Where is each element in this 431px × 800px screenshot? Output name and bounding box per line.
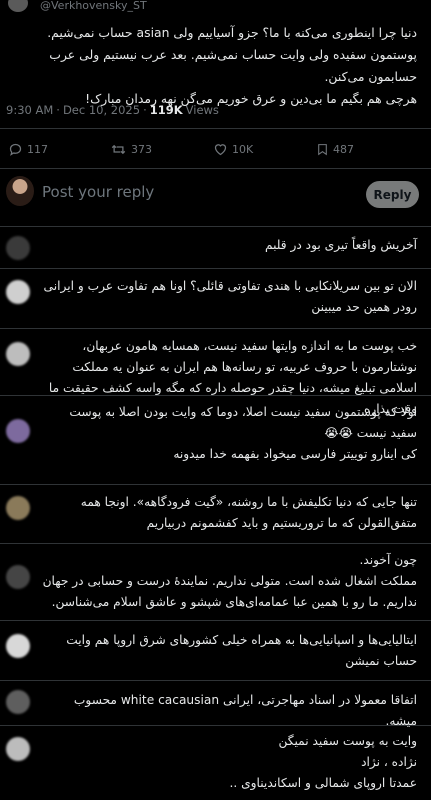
reply-button[interactable]: Reply — [366, 181, 419, 208]
divider — [0, 168, 431, 169]
like-action[interactable]: 10K — [213, 142, 253, 157]
reply-avatar[interactable] — [6, 496, 30, 520]
reply-text: چون آخوند. مملکت اشغال شده است. متولی ند… — [42, 553, 417, 609]
post-time[interactable]: 9:30 AM — [6, 103, 53, 117]
reply-text: تنها جایی که دنیا تکلیفش با ما روشنه، «گ… — [80, 495, 417, 530]
reply-avatar[interactable] — [6, 236, 30, 260]
reply-text: آخریش واقعاً تیری بود در قلبم — [264, 238, 417, 252]
post-date[interactable]: Dec 10, 2025 — [63, 103, 140, 117]
bookmark-icon — [318, 144, 327, 156]
bookmark-count: 487 — [333, 143, 354, 156]
divider — [0, 226, 431, 227]
divider — [0, 328, 431, 329]
reply-text: اولا که پوستمون سفید نیست اصلا، دوما که … — [69, 405, 417, 461]
reply-count: 117 — [27, 143, 48, 156]
reply-avatar[interactable] — [6, 280, 30, 304]
reply-avatar[interactable] — [6, 419, 30, 443]
post-header: @Verkhovensky_ST — [0, 0, 431, 14]
author-avatar[interactable] — [8, 0, 28, 12]
repost-action[interactable]: 373 — [110, 142, 152, 157]
reply-text: وایت به پوست سفید نمیگن نژاده ، نژاد عمد… — [229, 734, 417, 790]
reply-avatar[interactable] — [6, 737, 30, 761]
divider — [0, 680, 431, 681]
reply-input[interactable]: Post your reply — [42, 183, 154, 201]
divider — [0, 395, 431, 396]
repost-icon — [111, 144, 126, 155]
post-text: دنیا چرا اینطوری می‌کنه با ما؟ جزو آسیای… — [47, 25, 417, 106]
views-count: 119K — [149, 103, 183, 117]
author-handle[interactable]: @Verkhovensky_ST — [40, 0, 147, 12]
reply-avatar[interactable] — [6, 690, 30, 714]
divider — [0, 725, 431, 726]
reply-item[interactable]: اولا که پوستمون سفید نیست اصلا، دوما که … — [0, 397, 431, 481]
views-label: Views — [185, 103, 219, 117]
reply-icon — [9, 143, 22, 156]
action-bar: 117 373 10K 487 — [0, 136, 431, 164]
repost-count: 373 — [131, 143, 152, 156]
divider — [0, 128, 431, 129]
reply-item[interactable]: چون آخوند. مملکت اشغال شده است. متولی ند… — [0, 545, 431, 623]
divider — [0, 543, 431, 544]
divider — [0, 484, 431, 485]
heart-icon — [214, 144, 227, 156]
reply-text: ایتالیایی‌ها و اسپانیایی‌ها به همراه خیل… — [66, 633, 417, 668]
reply-composer: Post your reply Reply — [0, 172, 431, 218]
reply-item[interactable]: آخریش واقعاً تیری بود در قلبم — [0, 230, 431, 268]
reply-item[interactable]: ایتالیایی‌ها و اسپانیایی‌ها به همراه خیل… — [0, 622, 431, 678]
reply-item[interactable]: الان تو بین سریلانکایی با هندی تفاوتی قا… — [0, 270, 431, 322]
post-meta: 9:30 AM · Dec 10, 2025 · 119K Views — [6, 103, 219, 117]
reply-avatar[interactable] — [6, 342, 30, 366]
user-avatar — [6, 176, 34, 206]
reply-text: الان تو بین سریلانکایی با هندی تفاوتی قا… — [43, 279, 417, 314]
meta-separator: · — [56, 103, 60, 117]
reply-item[interactable]: وایت به پوست سفید نمیگن نژاده ، نژاد عمد… — [0, 727, 431, 800]
reply-item[interactable]: تنها جایی که دنیا تکلیفش با ما روشنه، «گ… — [0, 486, 431, 540]
divider — [0, 620, 431, 621]
meta-separator: · — [143, 103, 147, 117]
reply-item[interactable]: خب پوست ما به اندازه وایتها سفید نیست، ه… — [0, 330, 431, 416]
reply-action[interactable]: 117 — [8, 142, 48, 157]
reply-avatar[interactable] — [6, 634, 30, 658]
reply-avatar[interactable] — [6, 565, 30, 589]
reply-item[interactable]: اتفاقا معمولا در اسناد مهاجرتی، ایرانی w… — [0, 682, 431, 728]
like-count: 10K — [232, 143, 254, 156]
bookmark-action[interactable]: 487 — [316, 142, 354, 157]
divider — [0, 268, 431, 269]
